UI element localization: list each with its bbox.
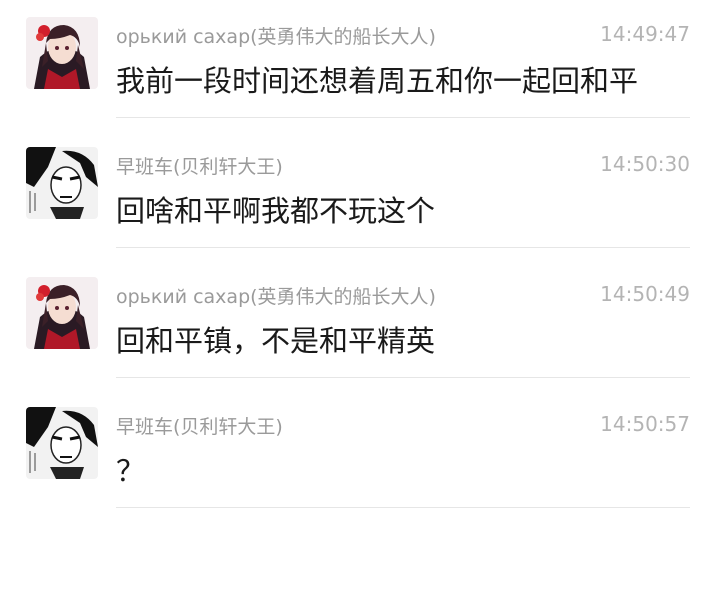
message-timestamp: 14:50:30	[600, 152, 690, 176]
message-timestamp: 14:49:47	[600, 22, 690, 46]
sender-name: 早班车(贝利轩大王)	[116, 156, 283, 178]
divider	[116, 117, 690, 118]
message-text: ？	[116, 454, 146, 488]
message-item[interactable]: 早班车(贝利轩大王) 14:50:57 ？	[0, 390, 720, 520]
message-text: 回啥和平啊我都不玩这个	[116, 194, 436, 228]
divider	[116, 247, 690, 248]
divider	[116, 507, 690, 508]
sender-name: орький сахар(英勇伟大的船长大人)	[116, 286, 436, 308]
sender-name: орький сахар(英勇伟大的船长大人)	[116, 26, 436, 48]
message-item[interactable]: орький сахар(英勇伟大的船长大人) 14:49:47 我前一段时间还…	[0, 0, 720, 130]
sender-name: 早班车(贝利轩大王)	[116, 416, 283, 438]
message-item[interactable]: орький сахар(英勇伟大的船长大人) 14:50:49 回和平镇，不是…	[0, 260, 720, 390]
anime-girl-avatar[interactable]	[26, 277, 98, 349]
manga-man-avatar[interactable]	[26, 407, 98, 479]
message-text: 回和平镇，不是和平精英	[116, 324, 436, 358]
message-timestamp: 14:50:49	[600, 282, 690, 306]
manga-man-avatar[interactable]	[26, 147, 98, 219]
divider	[116, 377, 690, 378]
message-item[interactable]: 早班车(贝利轩大王) 14:50:30 回啥和平啊我都不玩这个	[0, 130, 720, 260]
anime-girl-avatar[interactable]	[26, 17, 98, 89]
message-text: 我前一段时间还想着周五和你一起回和平	[116, 64, 639, 98]
message-timestamp: 14:50:57	[600, 412, 690, 436]
